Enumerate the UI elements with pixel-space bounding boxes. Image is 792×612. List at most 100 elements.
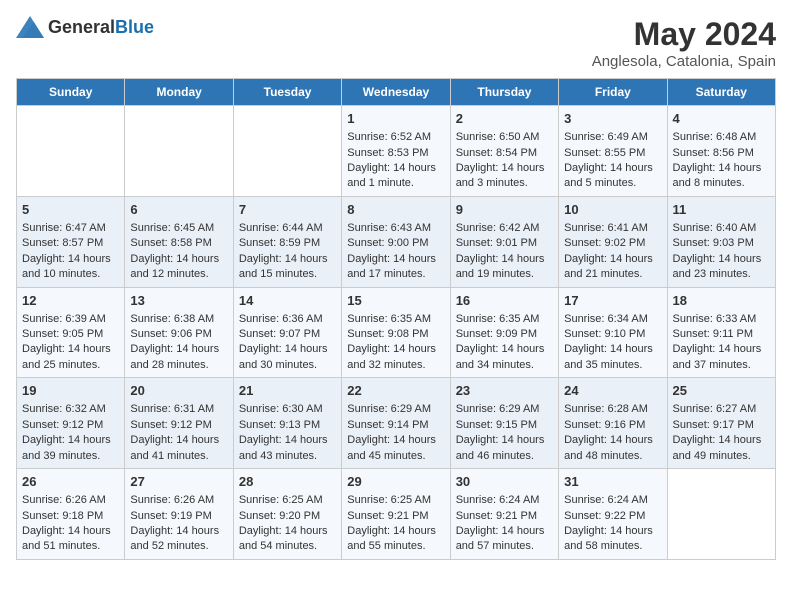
day-info-line: Sunrise: 6:26 AM	[130, 493, 227, 508]
day-info-line: Sunset: 9:21 PM	[456, 509, 553, 524]
day-info-line: Sunset: 9:15 PM	[456, 418, 553, 433]
day-info-line: Daylight: 14 hours	[673, 252, 770, 267]
day-info-line: Daylight: 14 hours	[456, 433, 553, 448]
day-info-line: Sunset: 9:09 PM	[456, 327, 553, 342]
day-info-line: Sunset: 8:54 PM	[456, 146, 553, 161]
day-info-line: and 34 minutes.	[456, 358, 553, 373]
day-info-line: Sunrise: 6:26 AM	[22, 493, 119, 508]
day-info-line: Sunset: 9:08 PM	[347, 327, 444, 342]
day-info-line: and 39 minutes.	[22, 449, 119, 464]
logo-icon	[16, 16, 44, 38]
day-info-line: Daylight: 14 hours	[347, 342, 444, 357]
day-info-line: and 17 minutes.	[347, 267, 444, 282]
calendar-cell: 22Sunrise: 6:29 AMSunset: 9:14 PMDayligh…	[342, 378, 450, 469]
day-info-line: and 48 minutes.	[564, 449, 661, 464]
week-row-1: 1Sunrise: 6:52 AMSunset: 8:53 PMDaylight…	[17, 106, 776, 197]
calendar-cell: 8Sunrise: 6:43 AMSunset: 9:00 PMDaylight…	[342, 196, 450, 287]
day-info-line: and 54 minutes.	[239, 539, 336, 554]
day-info-line: Sunset: 9:00 PM	[347, 236, 444, 251]
day-info-line: Sunset: 8:53 PM	[347, 146, 444, 161]
calendar-cell: 23Sunrise: 6:29 AMSunset: 9:15 PMDayligh…	[450, 378, 558, 469]
day-info-line: Daylight: 14 hours	[239, 524, 336, 539]
day-info-line: Sunrise: 6:48 AM	[673, 130, 770, 145]
day-header-friday: Friday	[559, 79, 667, 106]
day-info-line: Sunrise: 6:43 AM	[347, 221, 444, 236]
day-info-line: and 23 minutes.	[673, 267, 770, 282]
calendar-table: SundayMondayTuesdayWednesdayThursdayFrid…	[16, 78, 776, 560]
day-info-line: Sunrise: 6:42 AM	[456, 221, 553, 236]
day-info-line: and 15 minutes.	[239, 267, 336, 282]
day-info-line: Daylight: 14 hours	[564, 524, 661, 539]
day-info-line: Sunrise: 6:35 AM	[347, 312, 444, 327]
calendar-cell: 16Sunrise: 6:35 AMSunset: 9:09 PMDayligh…	[450, 287, 558, 378]
day-info-line: and 32 minutes.	[347, 358, 444, 373]
day-number: 14	[239, 292, 336, 310]
day-info-line: and 19 minutes.	[456, 267, 553, 282]
day-number: 21	[239, 382, 336, 400]
calendar-cell	[233, 106, 341, 197]
week-row-3: 12Sunrise: 6:39 AMSunset: 9:05 PMDayligh…	[17, 287, 776, 378]
day-header-wednesday: Wednesday	[342, 79, 450, 106]
day-header-thursday: Thursday	[450, 79, 558, 106]
day-info-line: Sunrise: 6:38 AM	[130, 312, 227, 327]
day-number: 16	[456, 292, 553, 310]
day-info-line: Daylight: 14 hours	[130, 524, 227, 539]
day-info-line: Sunrise: 6:31 AM	[130, 402, 227, 417]
logo: GeneralBlue	[16, 16, 154, 38]
day-info-line: Sunset: 9:19 PM	[130, 509, 227, 524]
calendar-cell: 2Sunrise: 6:50 AMSunset: 8:54 PMDaylight…	[450, 106, 558, 197]
day-info-line: and 35 minutes.	[564, 358, 661, 373]
calendar-cell: 14Sunrise: 6:36 AMSunset: 9:07 PMDayligh…	[233, 287, 341, 378]
day-info-line: and 49 minutes.	[673, 449, 770, 464]
day-info-line: Sunset: 8:56 PM	[673, 146, 770, 161]
day-info-line: Sunset: 9:12 PM	[130, 418, 227, 433]
day-info-line: Daylight: 14 hours	[673, 433, 770, 448]
day-info-line: Sunset: 9:10 PM	[564, 327, 661, 342]
calendar-cell: 1Sunrise: 6:52 AMSunset: 8:53 PMDaylight…	[342, 106, 450, 197]
day-info-line: Daylight: 14 hours	[22, 524, 119, 539]
day-header-monday: Monday	[125, 79, 233, 106]
day-info-line: Sunset: 9:13 PM	[239, 418, 336, 433]
day-info-line: and 30 minutes.	[239, 358, 336, 373]
day-info-line: Daylight: 14 hours	[347, 524, 444, 539]
day-info-line: Daylight: 14 hours	[347, 433, 444, 448]
day-info-line: Daylight: 14 hours	[673, 161, 770, 176]
day-info-line: Sunrise: 6:49 AM	[564, 130, 661, 145]
day-number: 20	[130, 382, 227, 400]
day-number: 7	[239, 201, 336, 219]
day-info-line: and 45 minutes.	[347, 449, 444, 464]
day-number: 1	[347, 110, 444, 128]
day-number: 24	[564, 382, 661, 400]
day-info-line: Sunset: 9:11 PM	[673, 327, 770, 342]
calendar-cell: 15Sunrise: 6:35 AMSunset: 9:08 PMDayligh…	[342, 287, 450, 378]
day-info-line: Sunset: 9:06 PM	[130, 327, 227, 342]
day-info-line: Daylight: 14 hours	[239, 342, 336, 357]
day-info-line: Sunset: 9:20 PM	[239, 509, 336, 524]
calendar-cell: 17Sunrise: 6:34 AMSunset: 9:10 PMDayligh…	[559, 287, 667, 378]
day-info-line: and 5 minutes.	[564, 176, 661, 191]
day-info-line: Sunset: 9:22 PM	[564, 509, 661, 524]
day-header-tuesday: Tuesday	[233, 79, 341, 106]
week-row-2: 5Sunrise: 6:47 AMSunset: 8:57 PMDaylight…	[17, 196, 776, 287]
day-info-line: Daylight: 14 hours	[130, 252, 227, 267]
calendar-cell: 12Sunrise: 6:39 AMSunset: 9:05 PMDayligh…	[17, 287, 125, 378]
day-info-line: and 12 minutes.	[130, 267, 227, 282]
day-info-line: Sunrise: 6:41 AM	[564, 221, 661, 236]
day-number: 25	[673, 382, 770, 400]
day-info-line: Sunrise: 6:39 AM	[22, 312, 119, 327]
day-info-line: and 25 minutes.	[22, 358, 119, 373]
day-number: 10	[564, 201, 661, 219]
day-info-line: Sunrise: 6:50 AM	[456, 130, 553, 145]
day-number: 28	[239, 473, 336, 491]
day-info-line: and 55 minutes.	[347, 539, 444, 554]
day-number: 18	[673, 292, 770, 310]
day-number: 31	[564, 473, 661, 491]
calendar-cell: 27Sunrise: 6:26 AMSunset: 9:19 PMDayligh…	[125, 469, 233, 560]
week-row-4: 19Sunrise: 6:32 AMSunset: 9:12 PMDayligh…	[17, 378, 776, 469]
calendar-cell: 4Sunrise: 6:48 AMSunset: 8:56 PMDaylight…	[667, 106, 775, 197]
day-info-line: Sunset: 9:14 PM	[347, 418, 444, 433]
day-header-sunday: Sunday	[17, 79, 125, 106]
week-row-5: 26Sunrise: 6:26 AMSunset: 9:18 PMDayligh…	[17, 469, 776, 560]
day-info-line: Sunrise: 6:24 AM	[456, 493, 553, 508]
day-info-line: Daylight: 14 hours	[564, 433, 661, 448]
